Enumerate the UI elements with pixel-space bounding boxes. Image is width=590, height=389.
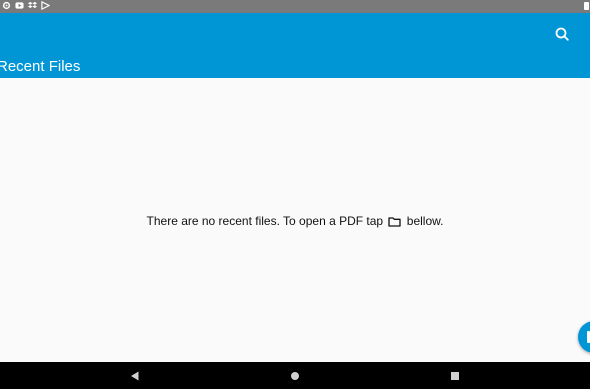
- play-store-icon: [41, 1, 50, 10]
- navigation-bar: [0, 362, 590, 389]
- settings-icon: [2, 1, 11, 10]
- search-button[interactable]: [551, 23, 573, 45]
- search-icon: [555, 27, 569, 41]
- youtube-icon: [15, 2, 24, 9]
- app-bar: Recent Files: [0, 13, 590, 78]
- empty-state-text: There are no recent files. To open a PDF…: [146, 214, 384, 228]
- empty-state-message: There are no recent files. To open a PDF…: [0, 214, 590, 228]
- recents-button[interactable]: [447, 368, 463, 384]
- folder-icon: [388, 217, 402, 227]
- recent-files-list: There are no recent files. To open a PDF…: [0, 78, 590, 362]
- home-button[interactable]: [287, 368, 303, 384]
- dropbox-icon: [28, 1, 37, 9]
- page-title: Recent Files: [0, 58, 81, 75]
- home-icon: [291, 372, 299, 380]
- empty-state-text-end: bellow.: [406, 214, 444, 228]
- back-button[interactable]: [127, 368, 143, 384]
- status-icons: [2, 1, 50, 10]
- recents-icon: [451, 372, 459, 380]
- back-icon: [131, 371, 139, 381]
- battery-icon: [584, 2, 589, 10]
- status-bar: [0, 0, 590, 13]
